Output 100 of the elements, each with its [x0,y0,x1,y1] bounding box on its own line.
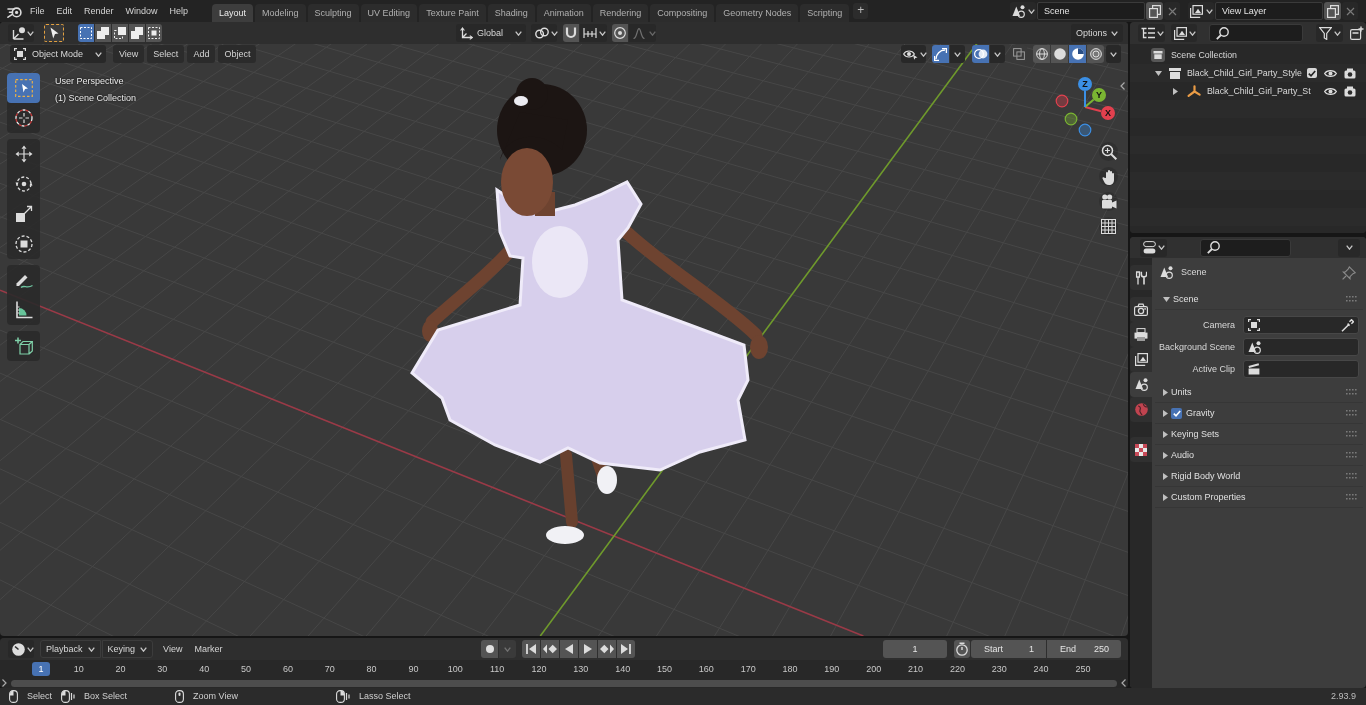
axis-handle[interactable]: Z [1078,77,1092,91]
grip-icon[interactable] [1346,296,1357,302]
menu-dropdown[interactable]: Keying [101,640,154,658]
mode-dropdown[interactable]: Object Mode [10,45,106,63]
workspace-tab[interactable]: Texture Paint [419,4,486,22]
new-collection-button[interactable] [1350,24,1364,42]
menu-button[interactable]: Render [78,2,120,20]
outliner-item[interactable]: Black_Child_Girl_Party_St [1207,85,1311,97]
grip-icon[interactable] [1346,494,1357,500]
eye-icon[interactable] [1324,86,1337,96]
pivot-point-dropdown[interactable] [531,24,557,42]
options-dropdown[interactable]: Options [1071,24,1123,42]
checkbox[interactable] [1171,407,1182,419]
app-logo-icon[interactable] [7,4,22,18]
menu-button[interactable]: Edit [50,2,79,20]
remove-button[interactable] [1342,2,1358,20]
view-layer-filter-dropdown[interactable] [1171,24,1197,42]
disclosure-triangle-icon[interactable] [1163,430,1168,438]
playback-button[interactable] [522,640,540,658]
camera-view-button[interactable] [1099,192,1118,211]
grip-icon[interactable] [1346,389,1357,395]
menu-button[interactable]: Select [147,45,185,63]
timeline-scrollbar[interactable] [11,679,1117,687]
disclosure-triangle-icon[interactable] [1173,87,1178,95]
menu-button[interactable]: Help [163,2,195,20]
chevron-left-icon[interactable] [1120,82,1125,90]
gizmo-toggle[interactable] [932,45,949,63]
menu-button[interactable]: Add [187,45,216,63]
selection-mode-button[interactable] [146,24,162,42]
playback-button[interactable] [541,640,559,658]
workspace-tab[interactable]: Shading [487,4,535,22]
negative-axis-handle[interactable] [1055,94,1069,108]
negative-axis-handle[interactable] [1078,123,1092,137]
visibility-dropdown[interactable] [901,45,926,63]
disclosure-triangle-icon[interactable] [1163,409,1168,417]
workspace-tab[interactable]: Rendering [592,4,649,22]
disclosure-triangle-icon[interactable] [1163,472,1168,480]
grip-icon[interactable] [1346,473,1357,479]
active-tool-button[interactable] [44,24,64,42]
menu-button[interactable]: File [24,2,51,20]
workspace-tab[interactable]: Layout [212,4,254,22]
menu-button[interactable]: View [113,45,145,63]
tool-button[interactable] [7,331,40,361]
add-workspace-button[interactable]: + [853,3,869,19]
options-dropdown[interactable] [1338,238,1360,257]
properties-tab[interactable] [1130,372,1152,397]
axis-handle[interactable]: X [1101,106,1115,120]
chevron-left-icon[interactable] [1121,679,1126,687]
properties-tab[interactable] [1130,347,1152,372]
disclosure-triangle-icon[interactable] [1155,70,1162,76]
selection-mode-button[interactable] [129,24,145,42]
properties-tab[interactable] [1130,265,1152,290]
selection-mode-button[interactable] [112,24,128,42]
workspace-tab[interactable]: Compositing [650,4,715,22]
disclosure-triangle-icon[interactable] [1163,451,1168,459]
pan-view-button[interactable] [1099,167,1118,186]
playback-button[interactable] [617,640,635,658]
shading-mode-button[interactable] [1033,45,1050,63]
zoom-view-button[interactable] [1099,142,1118,161]
workspace-tab[interactable]: Sculpting [307,4,359,22]
object-field[interactable] [1243,316,1359,334]
menu-dropdown[interactable]: Playback [40,640,101,658]
outliner-item[interactable]: Black_Child_Girl_Party_Style [1187,67,1302,79]
snap-target-dropdown[interactable] [580,24,607,42]
workspace-tab[interactable]: Scripting [800,4,850,22]
gizmo-dropdown[interactable] [950,45,965,63]
playback-button[interactable] [579,640,597,658]
pin-icon[interactable] [1342,265,1356,280]
shading-mode-button[interactable] [1069,45,1086,63]
grip-icon[interactable] [1346,452,1357,458]
shading-dropdown[interactable] [1106,45,1121,63]
shading-mode-button[interactable] [1087,45,1104,63]
eyedropper-icon[interactable] [1341,318,1354,332]
disclosure-triangle-icon[interactable] [1163,388,1168,396]
auto-keying-toggle[interactable] [481,640,498,658]
current-frame-marker[interactable]: 1 [32,662,50,676]
menu-button[interactable]: Marker [188,640,229,658]
disclosure-triangle-icon[interactable] [1163,493,1168,501]
shading-mode-button[interactable] [1051,45,1068,63]
projection-toggle-button[interactable] [1099,217,1118,236]
menu-button[interactable]: View [157,640,189,658]
disclosure-triangle-icon[interactable] [1163,296,1170,302]
editor-type-dropdown[interactable] [1140,238,1167,257]
grip-icon[interactable] [1346,431,1357,437]
selection-mode-button[interactable] [78,24,94,42]
camera-icon[interactable] [1344,67,1356,79]
negative-axis-handle[interactable] [1064,112,1078,126]
view-layer-name-field[interactable]: View Layer [1215,2,1323,20]
editor-type-dropdown[interactable] [8,640,34,658]
properties-tab[interactable] [1130,297,1152,322]
overlay-dropdown[interactable] [990,45,1005,63]
workspace-tab[interactable]: UV Editing [360,4,418,22]
selection-mode-button[interactable] [95,24,111,42]
camera-icon[interactable] [1344,85,1356,97]
checkbox[interactable] [1307,68,1317,78]
clip-field[interactable] [1243,360,1359,378]
search-field[interactable] [1200,238,1291,257]
search-field[interactable] [1209,24,1303,42]
scene-field[interactable] [1243,338,1359,356]
falloff-dropdown[interactable] [629,24,656,42]
